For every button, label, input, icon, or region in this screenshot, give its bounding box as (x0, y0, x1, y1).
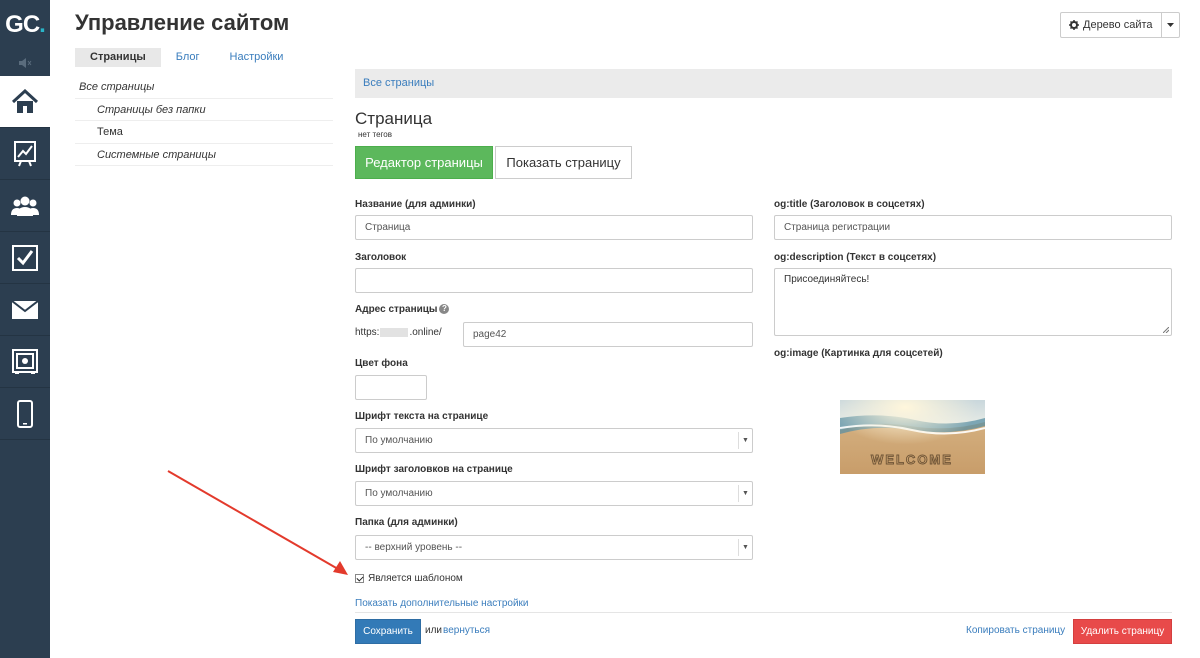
text-font-select[interactable]: По умолчанию ▼ (355, 428, 753, 453)
page-title: Страница (355, 109, 433, 128)
breadcrumb: Все страницы (355, 69, 1172, 98)
address-input[interactable]: page42 (463, 322, 753, 347)
og-description-text: Присоединяйтесь! (784, 274, 870, 285)
folder-label: Папка (для админки) (355, 517, 458, 528)
text-font-value: По умолчанию (365, 435, 433, 446)
redacted-domain (380, 327, 409, 337)
og-image-label: og:image (Картинка для соцсетей) (774, 348, 943, 359)
caret-down-icon (1166, 23, 1174, 27)
delete-page-button[interactable]: Удалить страницу (1073, 619, 1172, 644)
tab-blog[interactable]: Блог (161, 48, 215, 67)
url-prefix-end: .online/ (409, 327, 442, 338)
footer-divider (355, 612, 1172, 613)
name-label: Название (для админки) (355, 199, 476, 210)
template-checkbox[interactable] (355, 574, 364, 583)
og-title-input[interactable]: Страница регистрации (774, 215, 1172, 240)
back-link[interactable]: вернуться (443, 625, 490, 636)
logo-text: GC (5, 11, 40, 38)
site-tree-label: Дерево сайта (1083, 19, 1153, 31)
left-rail: GC. (0, 0, 50, 658)
safe-icon (12, 348, 38, 374)
page-editor-button[interactable]: Редактор страницы (355, 146, 493, 179)
address-label-text: Адрес страницы (355, 304, 438, 315)
breadcrumb-all-pages[interactable]: Все страницы (363, 77, 434, 89)
page-header-title: Управление сайтом (75, 10, 290, 35)
tab-pages[interactable]: Страницы (75, 48, 161, 67)
heading-font-select[interactable]: По умолчанию ▼ (355, 481, 753, 506)
copy-page-link[interactable]: Копировать страницу (966, 625, 1065, 636)
rail-users[interactable] (0, 180, 50, 232)
address-label: Адрес страницы? (355, 304, 450, 315)
folder-select[interactable]: -- верхний уровень -- ▼ (355, 535, 753, 560)
og-title-label: og:title (Заголовок в соцсетях) (774, 199, 925, 210)
url-prefix: https: .online/ (355, 327, 442, 338)
rail-analytics[interactable] (0, 128, 50, 180)
more-settings-link[interactable]: Показать дополнительные настройки (355, 598, 529, 609)
save-button[interactable]: Сохранить (355, 619, 421, 644)
folder-value: -- верхний уровень -- (365, 542, 463, 553)
tags-note: нет тегов (358, 130, 392, 139)
site-tree-button-group: Дерево сайта (1060, 12, 1180, 38)
og-image-preview[interactable]: WELCOME (840, 400, 985, 474)
chart-icon (14, 140, 36, 166)
tab-settings[interactable]: Настройки (215, 48, 299, 67)
rail-tasks[interactable] (0, 232, 50, 284)
speaker-icon[interactable] (0, 50, 50, 76)
resize-grip-icon[interactable] (1163, 327, 1169, 333)
select-arrow-icon: ▼ (738, 432, 752, 449)
og-image-text: WELCOME (871, 452, 953, 467)
mobile-icon (17, 399, 33, 428)
heading-font-value: По умолчанию (365, 488, 433, 499)
logo-dot: . (39, 11, 46, 38)
site-tree-dropdown[interactable] (1160, 13, 1179, 37)
heading-input[interactable] (355, 268, 753, 293)
heading-label: Заголовок (355, 252, 407, 263)
url-prefix-start: https: (355, 327, 380, 338)
gear-icon (1069, 20, 1079, 30)
or-text: или (425, 625, 443, 636)
template-checkbox-label[interactable]: Является шаблоном (368, 573, 463, 584)
show-page-button[interactable]: Показать страницу (495, 146, 632, 179)
mail-icon (12, 300, 38, 319)
home-icon (11, 88, 39, 113)
users-icon (11, 196, 39, 216)
pages-subnav: Все страницы Страницы без папки Тема Сис… (75, 76, 333, 166)
subnav-theme[interactable]: Тема (75, 121, 333, 144)
subnav-all-pages[interactable]: Все страницы (75, 76, 333, 99)
gc-logo[interactable]: GC. (0, 0, 50, 50)
select-arrow-icon: ▼ (738, 539, 752, 556)
rail-mobile[interactable] (0, 388, 50, 440)
text-font-label: Шрифт текста на странице (355, 411, 489, 422)
subnav-no-folder[interactable]: Страницы без папки (75, 99, 333, 121)
og-description-textarea[interactable]: Присоединяйтесь! (774, 268, 1172, 336)
help-icon[interactable]: ? (439, 304, 450, 314)
og-description-label: og:description (Текст в соцсетях) (774, 252, 937, 263)
name-input[interactable]: Страница (355, 215, 753, 240)
tasks-icon (12, 244, 38, 271)
rail-mail[interactable] (0, 284, 50, 336)
bg-color-input[interactable] (355, 375, 427, 400)
site-tree-button[interactable]: Дерево сайта (1061, 13, 1161, 37)
template-checkbox-row: Является шаблоном (355, 573, 463, 584)
heading-font-label: Шрифт заголовков на странице (355, 464, 513, 475)
bg-color-label: Цвет фона (355, 358, 408, 369)
rail-home[interactable] (0, 76, 50, 128)
subnav-system-pages[interactable]: Системные страницы (75, 144, 333, 166)
select-arrow-icon: ▼ (738, 485, 752, 502)
section-tabs: Страницы Блог Настройки (75, 48, 298, 67)
rail-safe[interactable] (0, 336, 50, 388)
